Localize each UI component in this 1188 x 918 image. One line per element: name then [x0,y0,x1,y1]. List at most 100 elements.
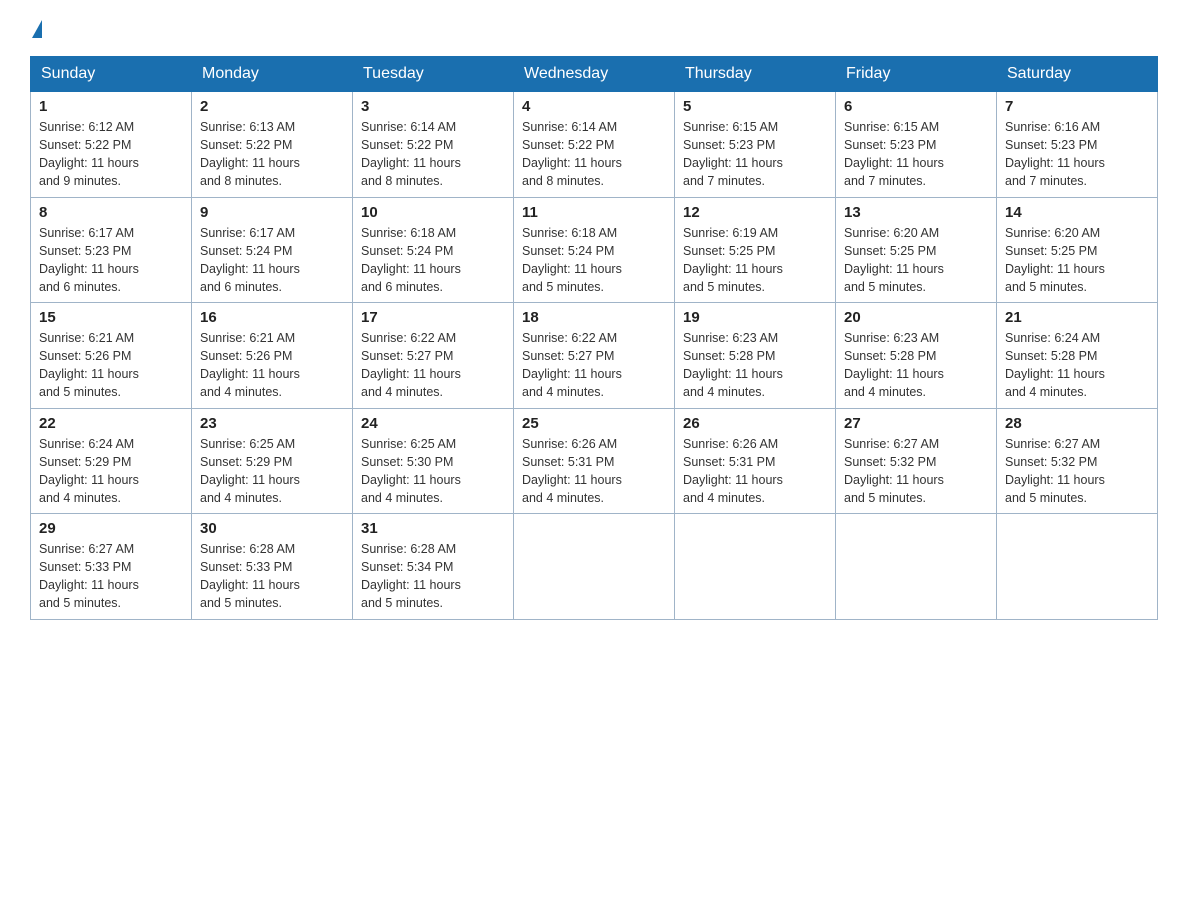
logo-triangle-icon [32,20,42,38]
calendar-cell [675,514,836,620]
day-info: Sunrise: 6:14 AM Sunset: 5:22 PM Dayligh… [522,118,666,191]
day-info: Sunrise: 6:17 AM Sunset: 5:23 PM Dayligh… [39,224,183,297]
day-info: Sunrise: 6:14 AM Sunset: 5:22 PM Dayligh… [361,118,505,191]
calendar-cell: 25 Sunrise: 6:26 AM Sunset: 5:31 PM Dayl… [514,408,675,514]
day-number: 6 [844,98,988,115]
day-info: Sunrise: 6:28 AM Sunset: 5:34 PM Dayligh… [361,540,505,613]
day-info: Sunrise: 6:25 AM Sunset: 5:30 PM Dayligh… [361,435,505,508]
calendar-cell: 26 Sunrise: 6:26 AM Sunset: 5:31 PM Dayl… [675,408,836,514]
calendar-week-row: 22 Sunrise: 6:24 AM Sunset: 5:29 PM Dayl… [31,408,1158,514]
calendar-cell [836,514,997,620]
day-info: Sunrise: 6:16 AM Sunset: 5:23 PM Dayligh… [1005,118,1149,191]
day-number: 25 [522,415,666,432]
day-number: 14 [1005,204,1149,221]
calendar-week-row: 29 Sunrise: 6:27 AM Sunset: 5:33 PM Dayl… [31,514,1158,620]
day-number: 13 [844,204,988,221]
calendar-cell: 21 Sunrise: 6:24 AM Sunset: 5:28 PM Dayl… [997,303,1158,409]
day-info: Sunrise: 6:17 AM Sunset: 5:24 PM Dayligh… [200,224,344,297]
day-info: Sunrise: 6:23 AM Sunset: 5:28 PM Dayligh… [844,329,988,402]
day-number: 19 [683,309,827,326]
calendar-week-row: 8 Sunrise: 6:17 AM Sunset: 5:23 PM Dayli… [31,197,1158,303]
calendar-cell: 8 Sunrise: 6:17 AM Sunset: 5:23 PM Dayli… [31,197,192,303]
column-header-tuesday: Tuesday [353,57,514,92]
calendar-header-row: SundayMondayTuesdayWednesdayThursdayFrid… [31,57,1158,92]
calendar-week-row: 15 Sunrise: 6:21 AM Sunset: 5:26 PM Dayl… [31,303,1158,409]
day-number: 27 [844,415,988,432]
day-number: 1 [39,98,183,115]
calendar-cell: 1 Sunrise: 6:12 AM Sunset: 5:22 PM Dayli… [31,92,192,198]
column-header-friday: Friday [836,57,997,92]
day-info: Sunrise: 6:27 AM Sunset: 5:32 PM Dayligh… [844,435,988,508]
calendar-cell: 31 Sunrise: 6:28 AM Sunset: 5:34 PM Dayl… [353,514,514,620]
column-header-sunday: Sunday [31,57,192,92]
day-number: 18 [522,309,666,326]
day-info: Sunrise: 6:15 AM Sunset: 5:23 PM Dayligh… [844,118,988,191]
day-info: Sunrise: 6:20 AM Sunset: 5:25 PM Dayligh… [844,224,988,297]
calendar-week-row: 1 Sunrise: 6:12 AM Sunset: 5:22 PM Dayli… [31,92,1158,198]
day-info: Sunrise: 6:24 AM Sunset: 5:29 PM Dayligh… [39,435,183,508]
day-number: 24 [361,415,505,432]
day-number: 20 [844,309,988,326]
calendar-cell: 24 Sunrise: 6:25 AM Sunset: 5:30 PM Dayl… [353,408,514,514]
day-info: Sunrise: 6:24 AM Sunset: 5:28 PM Dayligh… [1005,329,1149,402]
calendar-cell: 11 Sunrise: 6:18 AM Sunset: 5:24 PM Dayl… [514,197,675,303]
calendar-cell: 15 Sunrise: 6:21 AM Sunset: 5:26 PM Dayl… [31,303,192,409]
calendar-table: SundayMondayTuesdayWednesdayThursdayFrid… [30,56,1158,620]
day-info: Sunrise: 6:21 AM Sunset: 5:26 PM Dayligh… [200,329,344,402]
column-header-wednesday: Wednesday [514,57,675,92]
day-info: Sunrise: 6:19 AM Sunset: 5:25 PM Dayligh… [683,224,827,297]
calendar-cell: 10 Sunrise: 6:18 AM Sunset: 5:24 PM Dayl… [353,197,514,303]
logo [30,20,44,38]
calendar-cell: 7 Sunrise: 6:16 AM Sunset: 5:23 PM Dayli… [997,92,1158,198]
day-number: 29 [39,520,183,537]
day-info: Sunrise: 6:15 AM Sunset: 5:23 PM Dayligh… [683,118,827,191]
day-info: Sunrise: 6:18 AM Sunset: 5:24 PM Dayligh… [522,224,666,297]
day-number: 3 [361,98,505,115]
calendar-cell: 5 Sunrise: 6:15 AM Sunset: 5:23 PM Dayli… [675,92,836,198]
day-number: 4 [522,98,666,115]
day-number: 2 [200,98,344,115]
day-number: 22 [39,415,183,432]
day-number: 8 [39,204,183,221]
calendar-cell: 22 Sunrise: 6:24 AM Sunset: 5:29 PM Dayl… [31,408,192,514]
day-number: 5 [683,98,827,115]
calendar-cell: 9 Sunrise: 6:17 AM Sunset: 5:24 PM Dayli… [192,197,353,303]
day-number: 9 [200,204,344,221]
column-header-saturday: Saturday [997,57,1158,92]
day-info: Sunrise: 6:22 AM Sunset: 5:27 PM Dayligh… [522,329,666,402]
calendar-cell: 13 Sunrise: 6:20 AM Sunset: 5:25 PM Dayl… [836,197,997,303]
calendar-cell: 2 Sunrise: 6:13 AM Sunset: 5:22 PM Dayli… [192,92,353,198]
day-number: 23 [200,415,344,432]
day-number: 10 [361,204,505,221]
day-info: Sunrise: 6:22 AM Sunset: 5:27 PM Dayligh… [361,329,505,402]
day-info: Sunrise: 6:27 AM Sunset: 5:33 PM Dayligh… [39,540,183,613]
calendar-cell: 12 Sunrise: 6:19 AM Sunset: 5:25 PM Dayl… [675,197,836,303]
day-info: Sunrise: 6:27 AM Sunset: 5:32 PM Dayligh… [1005,435,1149,508]
day-number: 12 [683,204,827,221]
day-number: 30 [200,520,344,537]
day-number: 16 [200,309,344,326]
calendar-cell: 19 Sunrise: 6:23 AM Sunset: 5:28 PM Dayl… [675,303,836,409]
calendar-cell: 28 Sunrise: 6:27 AM Sunset: 5:32 PM Dayl… [997,408,1158,514]
day-info: Sunrise: 6:13 AM Sunset: 5:22 PM Dayligh… [200,118,344,191]
day-info: Sunrise: 6:25 AM Sunset: 5:29 PM Dayligh… [200,435,344,508]
calendar-cell: 23 Sunrise: 6:25 AM Sunset: 5:29 PM Dayl… [192,408,353,514]
day-info: Sunrise: 6:23 AM Sunset: 5:28 PM Dayligh… [683,329,827,402]
calendar-cell [997,514,1158,620]
day-number: 26 [683,415,827,432]
day-number: 28 [1005,415,1149,432]
day-info: Sunrise: 6:28 AM Sunset: 5:33 PM Dayligh… [200,540,344,613]
calendar-cell: 20 Sunrise: 6:23 AM Sunset: 5:28 PM Dayl… [836,303,997,409]
calendar-cell: 30 Sunrise: 6:28 AM Sunset: 5:33 PM Dayl… [192,514,353,620]
calendar-cell: 4 Sunrise: 6:14 AM Sunset: 5:22 PM Dayli… [514,92,675,198]
day-info: Sunrise: 6:21 AM Sunset: 5:26 PM Dayligh… [39,329,183,402]
day-info: Sunrise: 6:18 AM Sunset: 5:24 PM Dayligh… [361,224,505,297]
day-info: Sunrise: 6:26 AM Sunset: 5:31 PM Dayligh… [683,435,827,508]
day-number: 11 [522,204,666,221]
calendar-cell: 3 Sunrise: 6:14 AM Sunset: 5:22 PM Dayli… [353,92,514,198]
column-header-thursday: Thursday [675,57,836,92]
calendar-cell: 17 Sunrise: 6:22 AM Sunset: 5:27 PM Dayl… [353,303,514,409]
page-header [30,20,1158,38]
column-header-monday: Monday [192,57,353,92]
calendar-cell [514,514,675,620]
